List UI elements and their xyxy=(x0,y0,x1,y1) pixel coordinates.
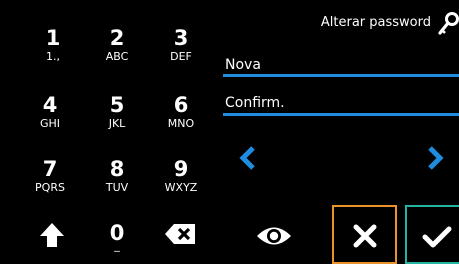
key-digit: 8 xyxy=(109,157,125,181)
key-letters: _ xyxy=(114,239,120,252)
key-3[interactable]: 3 DEF xyxy=(155,27,207,63)
key-digit: 5 xyxy=(109,93,125,117)
key-icon xyxy=(438,12,459,35)
key-digit: 2 xyxy=(109,26,125,50)
key-letters: WXYZ xyxy=(164,181,198,194)
key-7[interactable]: 7 PQRS xyxy=(24,158,76,194)
key-letters: PQRS xyxy=(35,181,65,194)
key-letters: MNO xyxy=(167,117,195,130)
key-digit: 3 xyxy=(173,26,189,50)
key-letters: 1., xyxy=(46,50,60,63)
key-2[interactable]: 2 ABC xyxy=(91,27,143,63)
chevron-right-icon[interactable] xyxy=(423,145,447,171)
key-5[interactable]: 5 JKL xyxy=(91,94,143,130)
eye-icon[interactable] xyxy=(255,223,293,249)
confirm-password-field[interactable] xyxy=(223,113,459,116)
confirm-button[interactable] xyxy=(405,205,459,264)
key-letters: JKL xyxy=(108,117,126,130)
arrow-up-icon[interactable] xyxy=(38,221,66,249)
key-letters: GHI xyxy=(39,117,61,130)
key-digit: 6 xyxy=(173,93,189,117)
key-digit: 9 xyxy=(173,157,189,181)
key-digit: 7 xyxy=(42,157,58,181)
key-6[interactable]: 6 MNO xyxy=(155,94,207,130)
chevron-left-icon[interactable] xyxy=(236,145,260,171)
key-1[interactable]: 1 1., xyxy=(27,27,79,63)
key-4[interactable]: 4 GHI xyxy=(24,94,76,130)
key-digit: 1 xyxy=(45,26,61,50)
new-password-label: Nova xyxy=(225,57,261,73)
cancel-button[interactable] xyxy=(332,205,397,264)
confirm-password-label: Confirm. xyxy=(225,95,285,111)
backspace-icon[interactable] xyxy=(164,223,197,245)
key-0[interactable]: 0 _ xyxy=(91,222,143,252)
key-8[interactable]: 8 TUV xyxy=(91,158,143,194)
close-icon xyxy=(353,224,377,248)
page-title: Alterar password xyxy=(320,15,431,30)
key-digit: 4 xyxy=(42,93,58,117)
key-9[interactable]: 9 WXYZ xyxy=(155,158,207,194)
key-letters: ABC xyxy=(105,50,129,63)
check-icon xyxy=(422,226,452,248)
key-letters: DEF xyxy=(170,50,192,63)
key-letters: TUV xyxy=(105,181,129,194)
new-password-field[interactable] xyxy=(223,74,459,77)
